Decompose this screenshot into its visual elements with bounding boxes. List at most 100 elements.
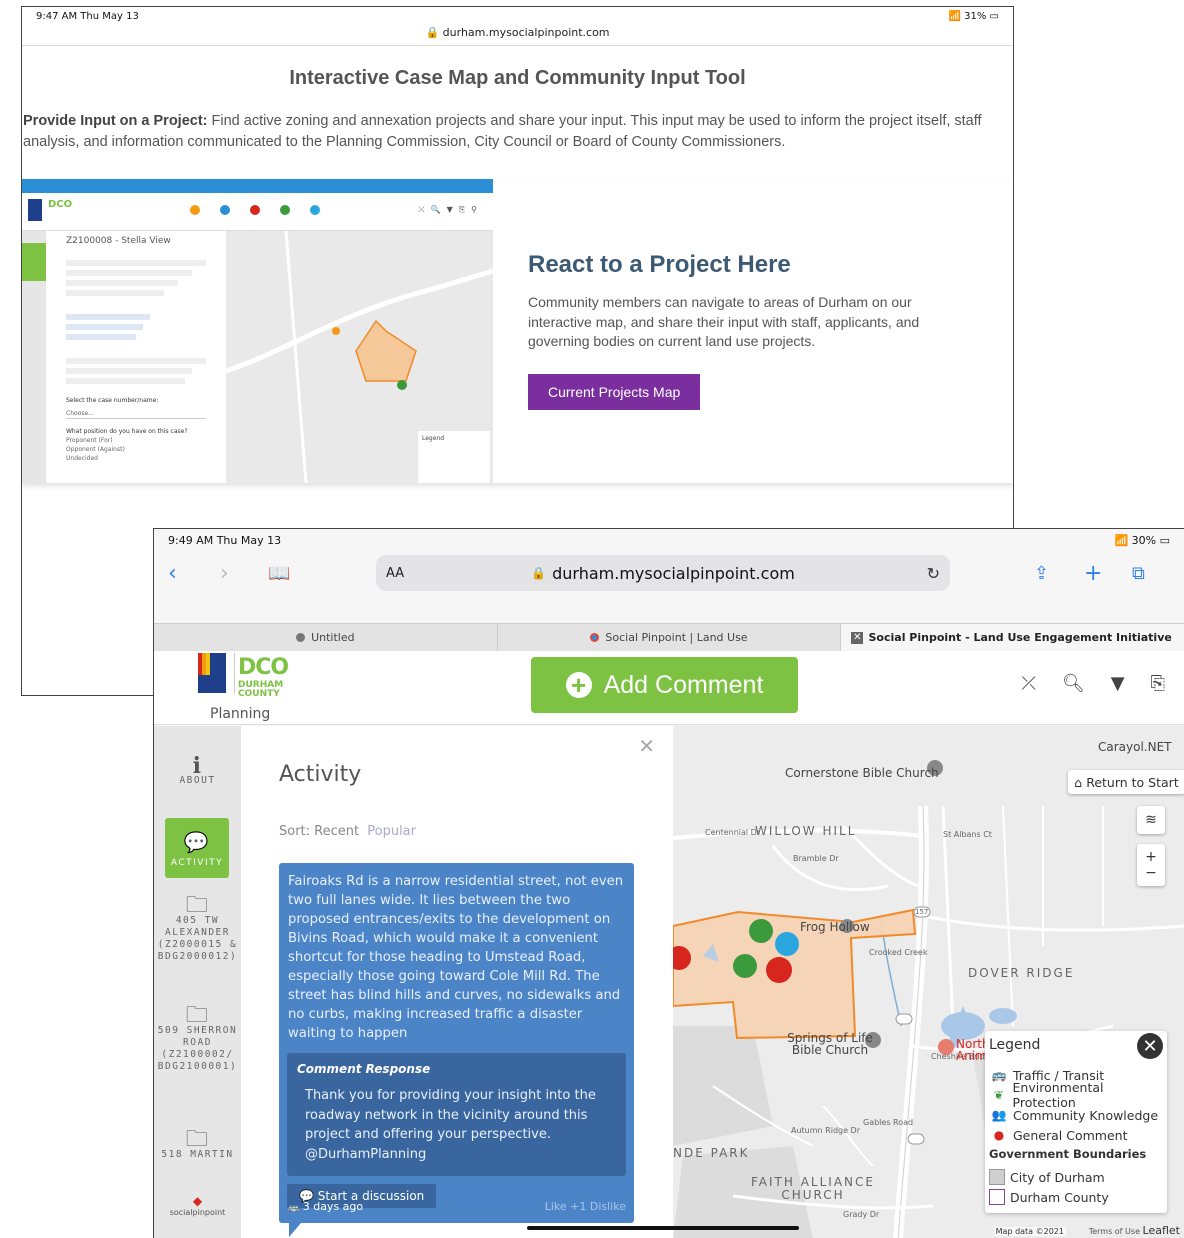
sort-recent[interactable]: Recent bbox=[314, 824, 359, 839]
map-view[interactable]: Carayol.NET Cornerstone Bible Church WIL… bbox=[673, 726, 1184, 1238]
address-bar[interactable]: AA 🔒 durham.mysocialpinpoint.com ↻ bbox=[376, 555, 950, 591]
preview-select[interactable]: Choose... bbox=[66, 409, 206, 419]
status-bar: 9:49 AM Thu May 13 📶 30% ▭ bbox=[154, 529, 1184, 551]
legend-close-icon[interactable]: ✕ bbox=[1137, 1033, 1163, 1059]
map-label-bramble: Bramble Dr bbox=[793, 854, 839, 863]
header-tools: ⤫ 🔍︎ ▼ ⎘ bbox=[1021, 673, 1165, 694]
status-bar: 9:47 AM Thu May 13 📶 31% ▭ bbox=[22, 7, 1013, 23]
close-tab-icon[interactable]: ✕ bbox=[851, 631, 864, 644]
comment-response: Comment Response Thank you for providing… bbox=[287, 1053, 626, 1176]
legend-boundary[interactable]: City of Durham bbox=[989, 1167, 1167, 1187]
share-icon[interactable]: ⇪ bbox=[1034, 563, 1049, 584]
comment-card: Fairoaks Rd is a narrow residential stre… bbox=[279, 863, 634, 1237]
app-header: DCO DURHAM COUNTY Planning + Add Comment … bbox=[154, 651, 1184, 725]
share-nodes-icon[interactable]: ⤫ bbox=[1021, 673, 1035, 694]
current-projects-map-button[interactable]: Current Projects Map bbox=[528, 373, 701, 410]
card-footer: 🚌 3 days ago Like +1 Dislike bbox=[288, 1200, 626, 1213]
tab-strip: Untitled Social Pinpoint | Land Use ✕ Soc… bbox=[154, 623, 1184, 651]
planning-label: Planning bbox=[210, 706, 271, 722]
zoom-in-button[interactable]: + bbox=[1145, 849, 1157, 865]
preview-option[interactable]: Proponent (For) bbox=[66, 436, 206, 445]
battery-indicator: 📶 31% ▭ bbox=[948, 11, 999, 22]
reader-aa-button[interactable]: AA bbox=[386, 566, 404, 581]
map-label-autumn: Autumn Ridge Dr bbox=[791, 1126, 861, 1135]
sidebar-item-518-martin[interactable]: 🗀 518 MARTIN bbox=[154, 1129, 241, 1161]
info-icon: i bbox=[192, 753, 203, 779]
bus-icon: 🚌 bbox=[991, 1068, 1007, 1082]
zoom-out-button[interactable]: − bbox=[1145, 865, 1157, 881]
preview-option[interactable]: Undecided bbox=[66, 454, 206, 463]
map-attribution: Map data ©2021 bbox=[993, 1227, 1066, 1236]
folder-icon: 🗀 bbox=[185, 893, 210, 918]
legend-gov-title: Government Boundaries bbox=[989, 1147, 1147, 1161]
new-tab-plus-icon[interactable]: + bbox=[1084, 561, 1102, 586]
home-indicator[interactable] bbox=[527, 1226, 799, 1230]
preview-header: DCO ⤫🔍▼⎘⚲ bbox=[22, 193, 493, 231]
sidebar-item-about[interactable]: i ABOUT bbox=[154, 753, 241, 787]
feature-section: DCO ⤫🔍▼⎘⚲ Z2100008 - Stella View Select … bbox=[22, 179, 1013, 483]
layers-button[interactable]: ≋ bbox=[1137, 806, 1165, 834]
chat-bubbles-icon: 💬 bbox=[183, 830, 211, 854]
return-to-start-button[interactable]: ⌂ Return to Start bbox=[1068, 770, 1184, 794]
sort-popular[interactable]: Popular bbox=[367, 824, 416, 839]
compass-icon bbox=[296, 633, 306, 642]
reload-icon[interactable]: ↻ bbox=[927, 564, 940, 583]
add-comment-button[interactable]: + Add Comment bbox=[531, 657, 798, 713]
search-icon[interactable]: 🔍︎ bbox=[1062, 673, 1085, 694]
map-label-grady: Grady Dr bbox=[843, 1210, 880, 1219]
legend-item: 👥 Community Knowledge bbox=[989, 1105, 1167, 1125]
layers-icon: ≋ bbox=[1145, 812, 1157, 828]
sort-control: Sort: Recent Popular bbox=[279, 824, 416, 839]
preview-option[interactable]: Opponent (Against) bbox=[66, 445, 206, 454]
card-tail bbox=[289, 1223, 301, 1237]
legend-boundary[interactable]: Durham County bbox=[989, 1187, 1167, 1207]
sidebar: i ABOUT 💬 ACTIVITY 🗀 405 TW ALEXANDER (Z… bbox=[154, 726, 241, 1238]
sidebar-item-activity[interactable]: 💬 ACTIVITY bbox=[165, 818, 229, 878]
url-display[interactable]: 🔒 durham.mysocialpinpoint.com bbox=[22, 26, 1013, 39]
sidebar-item-405-tw-alexander[interactable]: 🗀 405 TW ALEXANDER (Z2000015 & BDG200001… bbox=[154, 893, 241, 963]
durham-logo[interactable]: DCO DURHAM COUNTY Planning bbox=[194, 651, 289, 725]
preview-position-label: What position do you have on this case? bbox=[66, 428, 188, 435]
people-icon: 👥 bbox=[991, 1108, 1007, 1122]
tabs-overview-icon[interactable]: ⧉ bbox=[1132, 563, 1145, 584]
comment-text: Fairoaks Rd is a narrow residential stre… bbox=[288, 874, 624, 1041]
socialpinpoint-logo[interactable]: ◆ socialpinpoint bbox=[154, 1194, 241, 1217]
activity-panel: ✕ Activity Sort: Recent Popular Fairoaks… bbox=[241, 726, 673, 1238]
response-text: Thank you for providing your insight int… bbox=[305, 1088, 596, 1162]
bookmarks-icon[interactable]: 📖 bbox=[268, 563, 290, 584]
translate-icon[interactable]: ⎘ bbox=[1151, 673, 1165, 694]
folder-icon: 🗀 bbox=[185, 1003, 210, 1028]
close-icon[interactable]: ✕ bbox=[638, 734, 655, 758]
map-label-gables: Gables Road bbox=[863, 1118, 914, 1127]
intro-paragraph: Provide Input on a Project: Find active … bbox=[23, 111, 983, 153]
tab-engagement-initiative[interactable]: ✕ Social Pinpoint - Land Use Engagement I… bbox=[841, 624, 1184, 651]
like-dislike-control[interactable]: Like +1 Dislike bbox=[545, 1200, 626, 1213]
preview-map: Legend bbox=[225, 230, 493, 483]
dco-logo: DCO bbox=[238, 655, 289, 680]
filter-icon[interactable]: ▼ bbox=[1111, 673, 1125, 694]
tab-untitled[interactable]: Untitled bbox=[154, 624, 498, 651]
map-legend: Legend ✕ 🚌 Traffic / Transit ❦ Environment… bbox=[985, 1031, 1167, 1213]
tab-land-use[interactable]: Social Pinpoint | Land Use bbox=[498, 624, 842, 651]
response-title: Comment Response bbox=[297, 1062, 431, 1076]
map-label-springs: Springs of Life Bible Church bbox=[787, 1031, 873, 1057]
terms-link[interactable]: Terms of Use bbox=[1089, 1227, 1140, 1236]
comment-time: 🚌 3 days ago bbox=[288, 1200, 364, 1213]
forward-arrow-icon[interactable]: › bbox=[220, 561, 229, 586]
status-time: 9:47 AM Thu May 13 bbox=[36, 11, 139, 22]
react-section: React to a Project Here Community member… bbox=[528, 251, 968, 410]
preview-select-label: Select the case number/name: bbox=[66, 397, 159, 404]
sidebar-item-509-sherron-road[interactable]: 🗀 509 SHERRON ROAD (Z2100002/ BDG2100001… bbox=[154, 1003, 241, 1073]
swatch-county bbox=[989, 1189, 1005, 1205]
leaflet-link[interactable]: Leaflet bbox=[1143, 1224, 1180, 1237]
map-label-st-albans: St Albans Ct bbox=[943, 830, 992, 839]
react-title: React to a Project Here bbox=[528, 251, 791, 278]
status-time: 9:49 AM Thu May 13 bbox=[168, 534, 282, 547]
legend-item: ● General Comment bbox=[989, 1125, 1167, 1145]
speech-bubble-icon: ● bbox=[993, 1128, 1005, 1142]
preview-image[interactable]: DCO ⤫🔍▼⎘⚲ Z2100008 - Stella View Select … bbox=[22, 179, 493, 483]
back-arrow-icon[interactable]: ‹ bbox=[168, 561, 177, 586]
swatch-city bbox=[989, 1169, 1005, 1185]
zoom-control: + − bbox=[1137, 844, 1165, 886]
pinpoint-logo-icon: ◆ bbox=[192, 1194, 203, 1208]
